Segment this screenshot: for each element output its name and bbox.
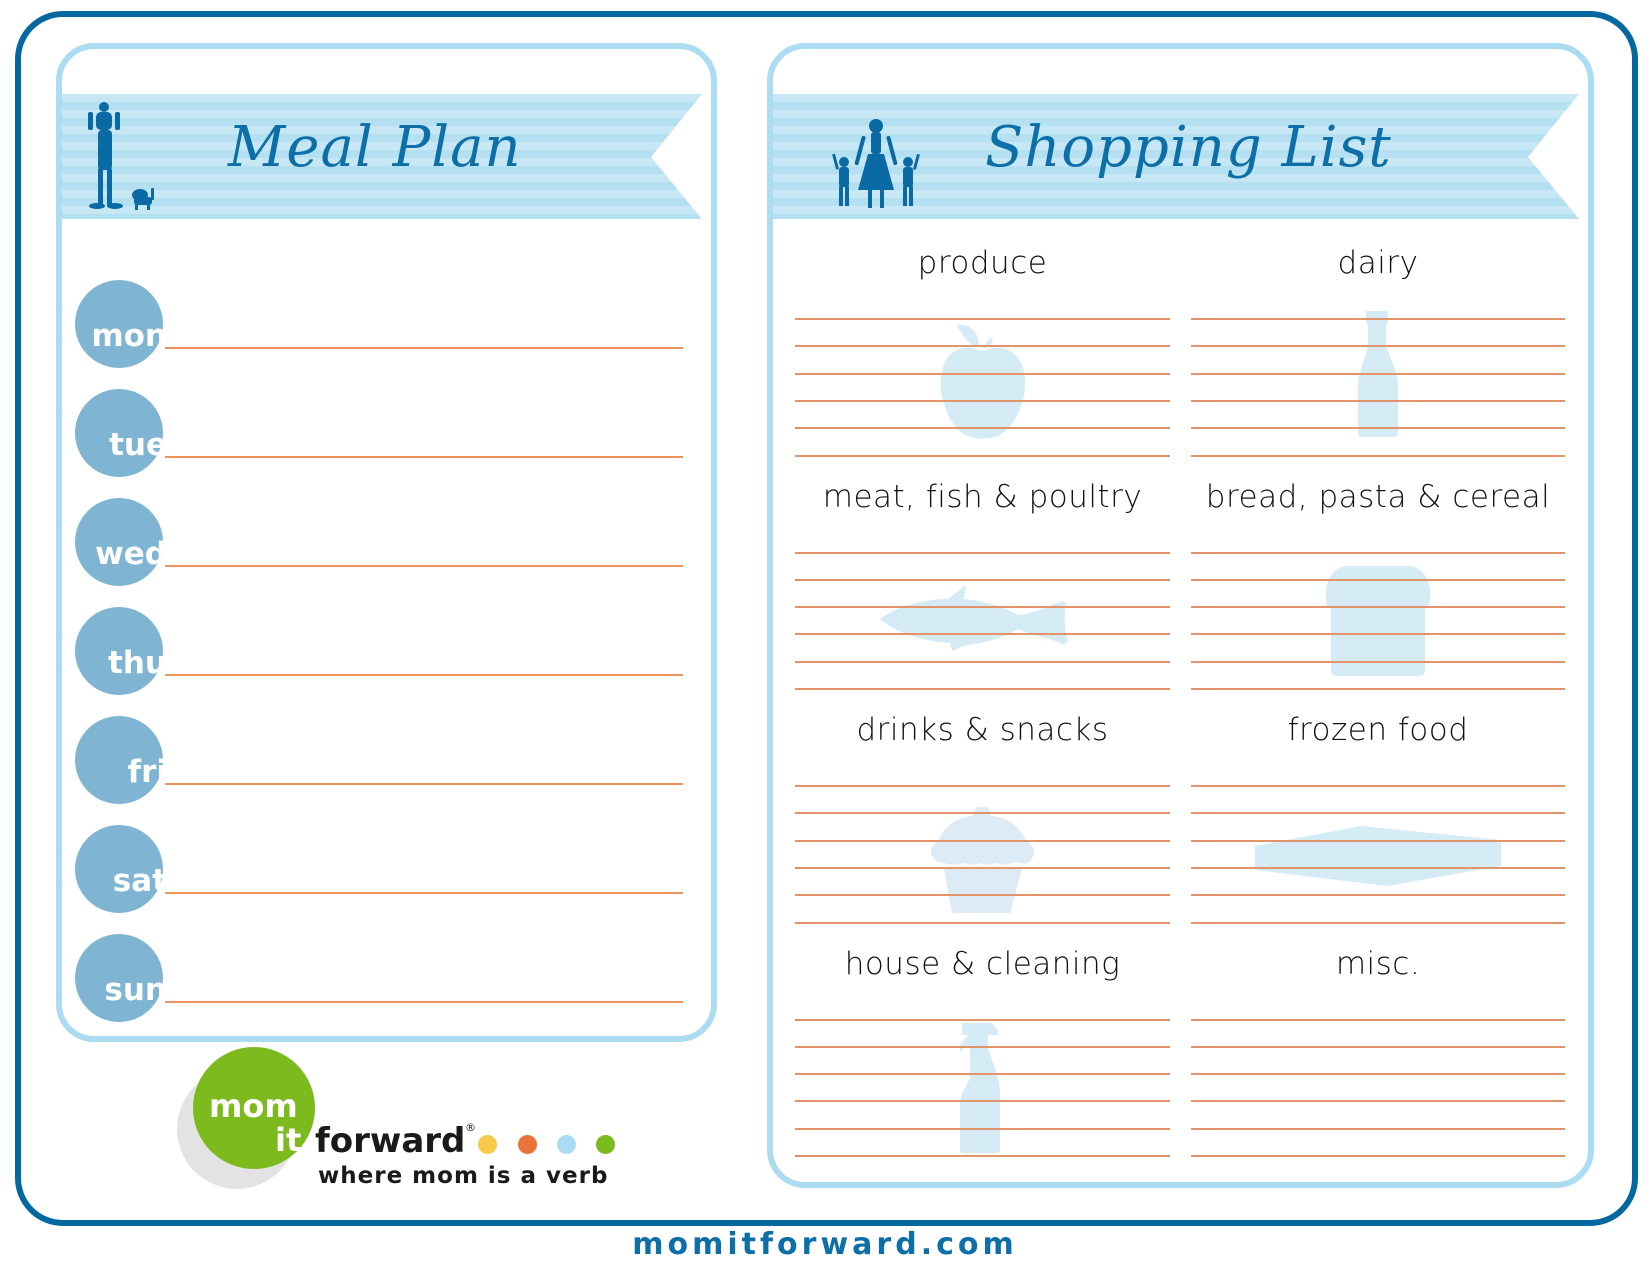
shopping-entry-line[interactable] [1191, 785, 1565, 787]
shopping-entry-line[interactable] [795, 894, 1170, 896]
shopping-entry-line[interactable] [1191, 1073, 1565, 1075]
shopping-entry-line[interactable] [1191, 373, 1565, 375]
footer-url[interactable]: momitforward.com [0, 1227, 1650, 1262]
mom-it-forward-logo: mom it forward ® where mom is a verb [175, 1047, 635, 1205]
day-label: thu [108, 645, 163, 681]
shopping-entry-line[interactable] [1191, 922, 1565, 924]
shopping-entry-line[interactable] [795, 812, 1170, 814]
category-label: frozen food [1287, 712, 1469, 748]
logo-dot-green [596, 1135, 615, 1154]
day-circle-thu: thu [75, 607, 163, 695]
shopping-entry-line[interactable] [1191, 1019, 1565, 1021]
day-label: sun [104, 972, 163, 1008]
shopping-entry-line[interactable] [795, 867, 1170, 869]
shopping-entry-line[interactable] [795, 1100, 1170, 1102]
father-child-dog-icon [88, 102, 154, 210]
shopping-entry-line[interactable] [1191, 345, 1565, 347]
shopping-entry-line[interactable] [1191, 1100, 1565, 1102]
apple-icon [937, 323, 1029, 443]
day-label: fri [127, 754, 163, 790]
shopping-entry-line[interactable] [1191, 1155, 1565, 1157]
category-label: misc. [1335, 945, 1421, 982]
meal-entry-line-mon[interactable] [165, 347, 683, 349]
category-label: dairy [1337, 245, 1419, 281]
shopping-entry-line[interactable] [795, 318, 1170, 320]
logo-word-mom: mom [209, 1087, 298, 1125]
shopping-entry-line[interactable] [795, 373, 1170, 375]
shopping-entry-line[interactable] [795, 840, 1170, 842]
category-label: meat, fish & poultry [822, 478, 1143, 515]
shopping-entry-line[interactable] [1191, 455, 1565, 457]
fish-icon [878, 584, 1086, 655]
shopping-entry-line[interactable] [795, 427, 1170, 429]
day-circle-fri: fri [75, 716, 163, 804]
shopping-entry-line[interactable] [795, 922, 1170, 924]
shopping-entry-line[interactable] [795, 579, 1170, 581]
shopping-entry-line[interactable] [795, 552, 1170, 554]
shopping-entry-line[interactable] [1191, 688, 1565, 690]
day-circle-sun: sun [75, 934, 163, 1022]
category-label: house & cleaning [844, 945, 1121, 982]
day-label: mon [91, 318, 163, 354]
mother-children-icon [832, 119, 920, 208]
day-label: wed [95, 536, 163, 572]
day-circle-sat: sat [75, 825, 163, 913]
shopping-entry-line[interactable] [1191, 552, 1565, 554]
category-label: bread, pasta & cereal [1205, 478, 1551, 515]
shopping-entry-line[interactable] [795, 1019, 1170, 1021]
shopping-entry-line[interactable] [795, 1155, 1170, 1157]
meal-entry-line-sun[interactable] [165, 1001, 683, 1003]
shopping-entry-line[interactable] [1191, 1128, 1565, 1130]
shopping-entry-line[interactable] [795, 1073, 1170, 1075]
day-circle-tue: tue [75, 389, 163, 477]
shopping-entry-line[interactable] [1191, 840, 1565, 842]
logo-dot-orange [518, 1135, 537, 1154]
cupcake-icon [928, 806, 1036, 917]
shopping-entry-line[interactable] [795, 661, 1170, 663]
logo-dot-yellow [478, 1135, 497, 1154]
shopping-entry-line[interactable] [1191, 661, 1565, 663]
category-label: produce [917, 245, 1048, 281]
shopping-entry-line[interactable] [795, 688, 1170, 690]
shopping-entry-line[interactable] [1191, 606, 1565, 608]
day-circle-wed: wed [75, 498, 163, 586]
meal-entry-line-wed[interactable] [165, 565, 683, 567]
shopping-entry-line[interactable] [1191, 894, 1565, 896]
meal-entry-line-thu[interactable] [165, 674, 683, 676]
shopping-entry-line[interactable] [1191, 1046, 1565, 1048]
shopping-entry-line[interactable] [1191, 427, 1565, 429]
shopping-entry-line[interactable] [795, 633, 1170, 635]
shopping-entry-line[interactable] [1191, 867, 1565, 869]
meal-entry-line-sat[interactable] [165, 892, 683, 894]
milk-bottle-icon [1356, 311, 1400, 441]
day-circle-mon: mon [75, 280, 163, 368]
logo-dot-lightblue [557, 1135, 576, 1154]
shopping-entry-line[interactable] [1191, 400, 1565, 402]
shopping-entry-line[interactable] [795, 1128, 1170, 1130]
logo-tagline: where mom is a verb [318, 1163, 609, 1189]
day-label: tue [109, 427, 163, 463]
shopping-entry-line[interactable] [795, 345, 1170, 347]
shopping-entry-line[interactable] [1191, 812, 1565, 814]
day-label: sat [112, 863, 163, 899]
category-label: drinks & snacks [856, 712, 1109, 748]
logo-word-forward: forward [315, 1121, 466, 1161]
spray-bottle-icon [958, 1022, 1002, 1157]
shopping-entry-line[interactable] [1191, 579, 1565, 581]
shopping-entry-line[interactable] [1191, 318, 1565, 320]
shopping-entry-line[interactable] [795, 606, 1170, 608]
shopping-entry-line[interactable] [1191, 633, 1565, 635]
shopping-entry-line[interactable] [795, 455, 1170, 457]
meal-entry-line-tue[interactable] [165, 456, 683, 458]
shopping-list-title: Shopping List [985, 115, 1392, 180]
shopping-entry-line[interactable] [795, 785, 1170, 787]
shopping-entry-line[interactable] [795, 400, 1170, 402]
frozen-box-icon [1255, 826, 1501, 890]
meal-entry-line-fri[interactable] [165, 783, 683, 785]
meal-plan-title: Meal Plan [228, 115, 522, 180]
shopping-entry-line[interactable] [795, 1046, 1170, 1048]
logo-registered-mark: ® [465, 1121, 476, 1134]
logo-word-it: it [275, 1121, 302, 1159]
